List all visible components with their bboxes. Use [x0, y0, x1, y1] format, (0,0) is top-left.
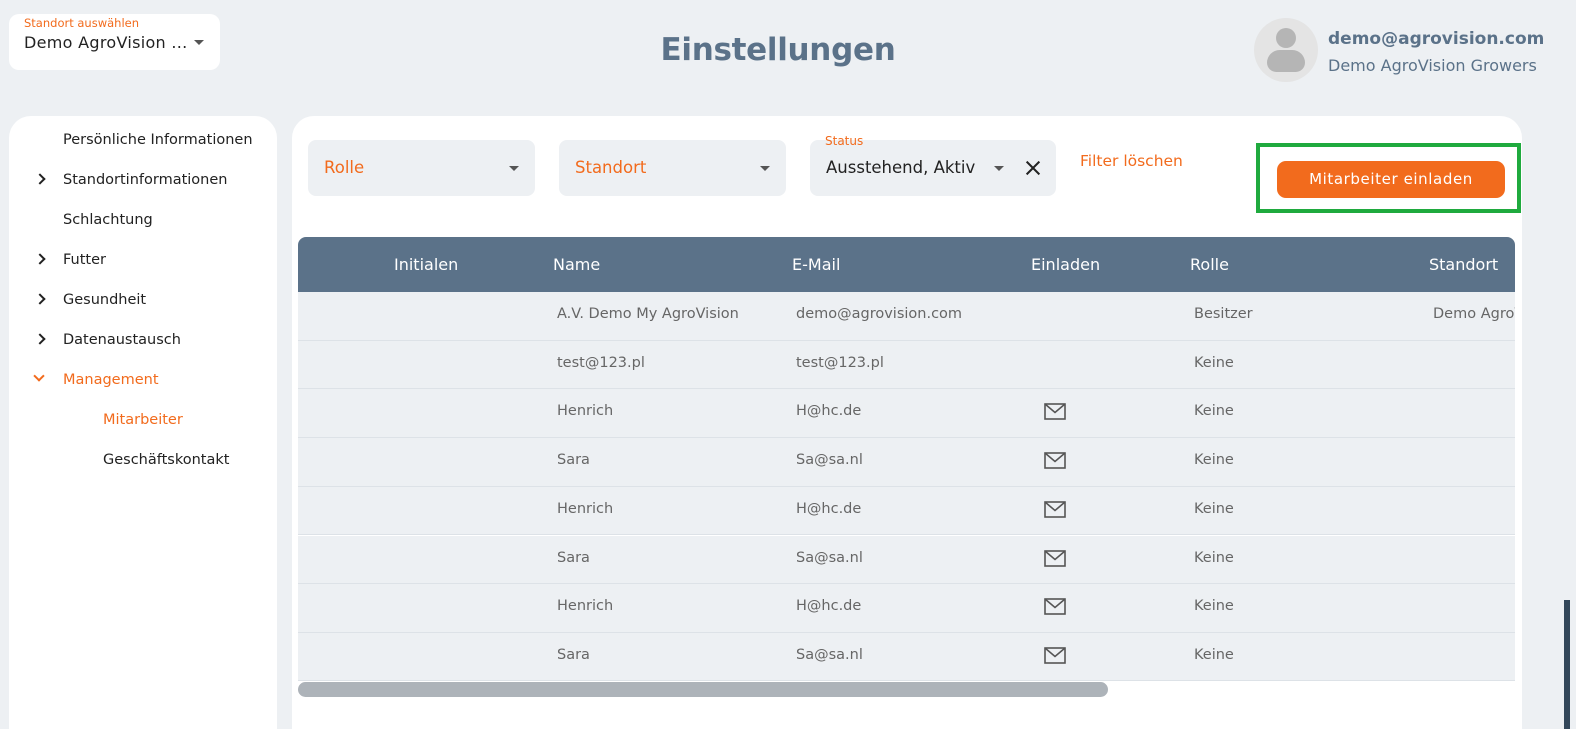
sidebar-item-label: Standortinformationen	[63, 172, 228, 188]
cell-role: Keine	[1194, 646, 1234, 663]
role-filter[interactable]: Rolle	[308, 140, 535, 196]
horizontal-scrollbar[interactable]	[298, 682, 1108, 697]
caret-down-icon	[994, 166, 1004, 171]
column-header-role[interactable]: Rolle	[1190, 255, 1229, 274]
sidebar-item-feed[interactable]: Futter	[9, 247, 277, 277]
table-row[interactable]: Henrich H@hc.de Keine	[298, 389, 1515, 438]
table-row[interactable]: Henrich H@hc.de Keine	[298, 486, 1515, 536]
column-header-initials[interactable]: Initialen	[394, 255, 458, 274]
invite-employee-button[interactable]: Mitarbeiter einladen	[1277, 161, 1505, 198]
cell-email: demo@agrovision.com	[796, 306, 963, 322]
sidebar-item-slaughter[interactable]: Schlachtung	[9, 207, 277, 237]
location-filter[interactable]: Standort	[559, 140, 786, 196]
table-row[interactable]: test@123.pl test@123.pl Keine	[298, 340, 1515, 390]
status-filter[interactable]: Status Ausstehend, Aktiv	[810, 134, 1056, 196]
location-select-label: Standort auswählen	[24, 16, 139, 30]
status-filter-value: Ausstehend, Aktiv	[826, 158, 976, 177]
table-row[interactable]: Sara Sa@sa.nl Keine	[298, 438, 1515, 487]
column-header-name[interactable]: Name	[553, 255, 600, 274]
cell-role: Keine	[1194, 598, 1234, 615]
cell-name: Henrich	[557, 403, 614, 420]
user-email: demo@agrovision.com	[1328, 29, 1545, 49]
sidebar-item-label: Persönliche Informationen	[63, 132, 253, 148]
envelope-icon[interactable]	[1044, 452, 1066, 469]
chevron-down-icon	[33, 370, 45, 382]
user-company: Demo AgroVision Growers	[1328, 56, 1537, 75]
avatar-icon[interactable]	[1254, 18, 1318, 82]
sidebar-item-management[interactable]: Management	[9, 367, 277, 397]
employees-table: Initialen Name E-Mail Einladen Rolle Sta…	[298, 237, 1515, 682]
cell-name: A.V. Demo My AgroVision	[557, 306, 739, 322]
cell-name: Sara	[557, 452, 590, 469]
sidebar-item-label: Management	[63, 372, 159, 388]
cell-email: H@hc.de	[796, 403, 862, 420]
cell-location: Demo AgroV	[1433, 306, 1515, 322]
chevron-right-icon	[34, 293, 46, 305]
table-row[interactable]: A.V. Demo My AgroVision demo@agrovision.c…	[298, 292, 1515, 341]
sidebar-item-label: Futter	[63, 252, 106, 268]
envelope-icon[interactable]	[1044, 647, 1066, 664]
cell-name: Sara	[557, 549, 590, 566]
caret-down-icon	[509, 166, 519, 171]
cell-email: Sa@sa.nl	[796, 646, 863, 663]
chevron-right-icon	[34, 253, 46, 265]
sidebar-item-label: Mitarbeiter	[103, 412, 183, 428]
sidebar-item-label: Schlachtung	[63, 212, 153, 228]
sidebar-item-data-exchange[interactable]: Datenaustausch	[9, 327, 277, 357]
cell-role: Keine	[1194, 354, 1234, 371]
cell-role: Keine	[1194, 500, 1234, 517]
cell-name: Henrich	[557, 500, 614, 517]
table-row[interactable]: Sara Sa@sa.nl Keine	[298, 535, 1515, 584]
sidebar-item-location-info[interactable]: Standortinformationen	[9, 167, 277, 197]
table-row[interactable]: Sara Sa@sa.nl Keine	[298, 632, 1515, 682]
cell-role: Keine	[1194, 403, 1234, 420]
column-header-email[interactable]: E-Mail	[792, 255, 840, 274]
envelope-icon[interactable]	[1044, 549, 1066, 567]
table-row[interactable]: Henrich H@hc.de Keine	[298, 584, 1515, 633]
cell-role: Keine	[1194, 549, 1234, 566]
sidebar: Persönliche Informationen Standortinform…	[9, 116, 277, 729]
sidebar-item-label: Geschäftskontakt	[103, 452, 230, 468]
cell-email: Sa@sa.nl	[796, 452, 863, 469]
cell-role: Keine	[1194, 452, 1234, 469]
column-header-invite[interactable]: Einladen	[1031, 255, 1100, 274]
chevron-right-icon	[34, 333, 46, 345]
sidebar-item-label: Gesundheit	[63, 292, 147, 308]
page-edge-marker	[1564, 600, 1570, 729]
chevron-right-icon	[34, 173, 46, 185]
caret-down-icon	[760, 166, 770, 171]
cell-name: Sara	[557, 646, 590, 663]
role-filter-value: Rolle	[324, 158, 365, 177]
cell-email: test@123.pl	[796, 354, 884, 371]
page-title: Einstellungen	[660, 32, 896, 68]
table-header: Initialen Name E-Mail Einladen Rolle Sta…	[298, 237, 1515, 292]
envelope-icon[interactable]	[1044, 598, 1066, 615]
sidebar-item-health[interactable]: Gesundheit	[9, 287, 277, 317]
cell-email: H@hc.de	[796, 500, 862, 517]
cell-role: Besitzer	[1194, 306, 1253, 322]
sidebar-item-employees[interactable]: Mitarbeiter	[9, 407, 277, 437]
envelope-icon[interactable]	[1044, 500, 1066, 518]
clear-status-icon[interactable]	[1022, 157, 1044, 179]
cell-name: Henrich	[557, 598, 614, 615]
status-filter-label: Status	[825, 134, 864, 148]
cell-name: test@123.pl	[557, 354, 645, 371]
sidebar-item-personal-info[interactable]: Persönliche Informationen	[9, 127, 277, 157]
sidebar-item-label: Datenaustausch	[63, 332, 181, 348]
cell-email: H@hc.de	[796, 598, 862, 615]
sidebar-item-business-contact[interactable]: Geschäftskontakt	[9, 447, 277, 477]
envelope-icon[interactable]	[1044, 403, 1066, 421]
cell-email: Sa@sa.nl	[796, 549, 863, 566]
location-filter-value: Standort	[575, 158, 647, 177]
column-header-location[interactable]: Standort	[1429, 255, 1498, 274]
main-panel: Rolle Standort Status Ausstehend, Aktiv …	[292, 116, 1522, 729]
clear-filters-link[interactable]: Filter löschen	[1080, 152, 1183, 170]
